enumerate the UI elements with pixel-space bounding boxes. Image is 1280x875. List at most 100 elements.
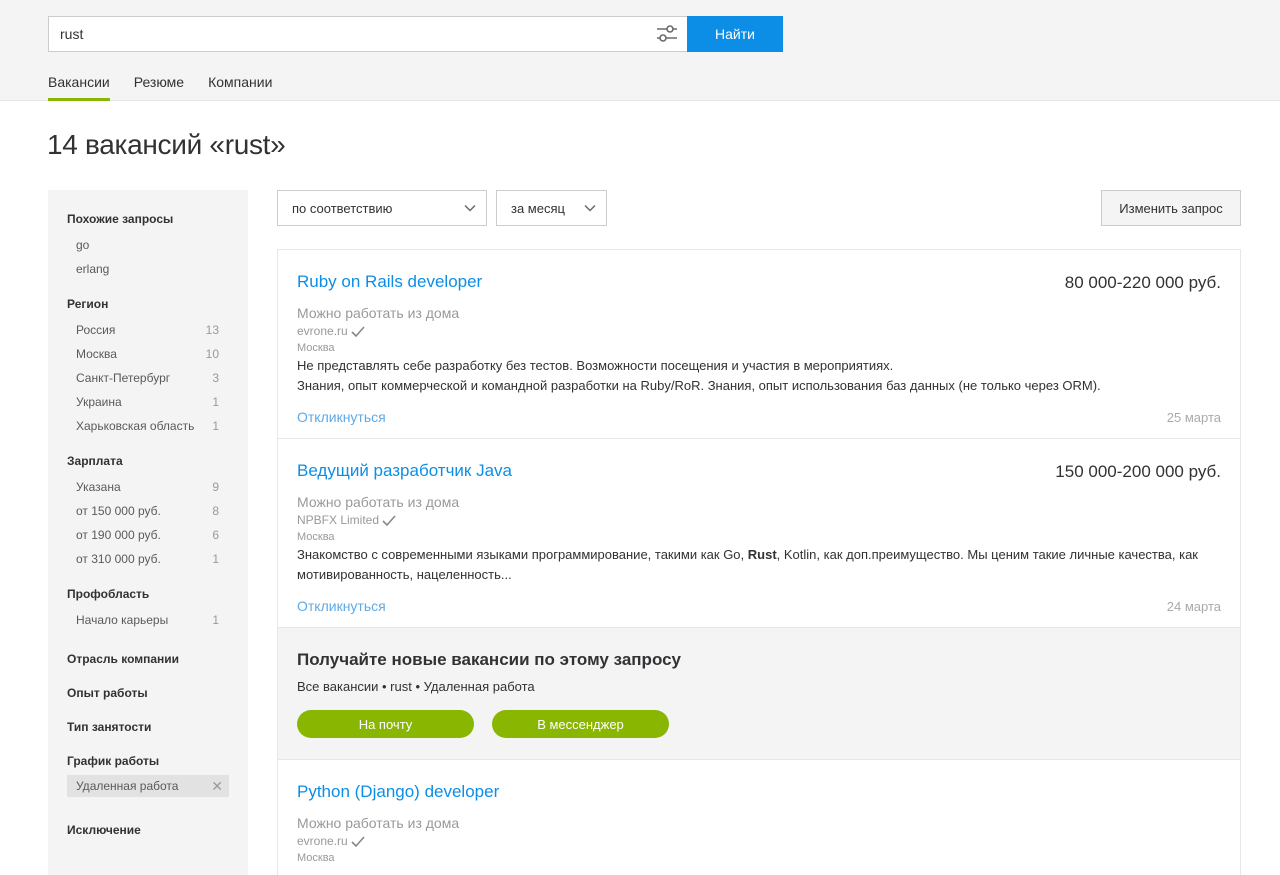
filter-region: Регион Россия 13 Москва 10 Санкт-Петербург… (67, 297, 248, 438)
filter-item-label: Указана (76, 480, 121, 494)
filter-item[interactable]: Москва 10 (67, 342, 219, 366)
filter-heading: Регион (67, 297, 109, 311)
filter-item[interactable]: от 190 000 руб. 6 (67, 523, 219, 547)
filter-heading: Профобласть (67, 587, 150, 601)
tab-resumes[interactable]: Резюме (134, 74, 184, 101)
filter-similar: Похожие запросы go erlang (67, 212, 248, 281)
vacancy-title-link[interactable]: Ведущий разработчик Java (297, 461, 512, 481)
vacancy-company-link[interactable]: NPBFX Limited (297, 513, 1221, 527)
page-title: 14 вакансий «rust» (47, 129, 286, 160)
vacancy-list: Ruby on Rails developer 80 000-220 000 р… (277, 249, 1241, 875)
subscribe-email-button[interactable]: На почту (297, 710, 474, 738)
subscription-promo: Получайте новые вакансии по этому запрос… (278, 628, 1240, 760)
filter-item-label: Москва (76, 347, 117, 361)
filter-item[interactable]: Начало карьеры 1 (67, 608, 219, 632)
filter-item-label: Украина (76, 395, 122, 409)
close-icon[interactable]: ✕ (211, 778, 223, 795)
sort-order-select[interactable]: по соответствию (277, 190, 487, 226)
period-select[interactable]: за месяц (496, 190, 607, 226)
vacancy-company-link[interactable]: evrone.ru (297, 324, 1221, 338)
filter-item[interactable]: от 150 000 руб. 8 (67, 499, 219, 523)
filter-heading-experience[interactable]: Опыт работы (67, 686, 248, 700)
filter-industry: Отрасль компании (67, 652, 248, 666)
vacancy-salary: 150 000-200 000 руб. (1055, 462, 1221, 481)
chevron-down-icon (464, 204, 476, 212)
checkmark-icon (351, 325, 365, 337)
tab-companies[interactable]: Компании (208, 74, 272, 101)
filter-item-label: Санкт-Петербург (76, 371, 171, 385)
filter-heading-exclusion[interactable]: Исключение (67, 823, 248, 837)
filter-item-label: erlang (76, 262, 110, 276)
filter-item-count: 13 (205, 323, 219, 337)
vacancy-footer: Откликнуться 24 марта (297, 585, 1221, 627)
vacancy-desc-line: Знания, опыт коммерческой и командной ра… (297, 378, 1101, 393)
filter-item-count: 1 (212, 613, 219, 627)
vacancy-city: Москва (297, 342, 335, 354)
filter-item-count: 6 (212, 528, 219, 542)
filter-item[interactable]: erlang (67, 257, 219, 281)
checkmark-icon (382, 514, 396, 526)
filter-item[interactable]: Санкт-Петербург 3 (67, 366, 219, 390)
search-box (48, 16, 687, 52)
sort-order-value: по соответствию (292, 200, 393, 216)
promo-title: Получайте новые вакансии по этому запрос… (297, 650, 682, 669)
checkmark-icon (351, 835, 365, 847)
vacancy-title-link[interactable]: Python (Django) developer (297, 782, 499, 802)
vacancy-date: 25 марта (1166, 409, 1221, 425)
respond-link[interactable]: Откликнуться (297, 598, 386, 614)
respond-link[interactable]: Откликнуться (297, 409, 386, 425)
filter-prof: Профобласть Начало карьеры 1 (67, 587, 248, 632)
vacancy-desc-highlight: Rust (747, 547, 777, 562)
vacancy-desc-line: Не представлять себе разработку без тест… (297, 358, 894, 373)
vacancy-description: Знакомство с современными языками програ… (297, 545, 1221, 585)
filter-salary: Зарплата Указана 9 от 150 000 руб. 8 от 19… (67, 454, 248, 571)
header: Найти Вакансии Резюме Компании (0, 0, 1280, 101)
filter-item-count: 3 (212, 371, 219, 385)
filter-item-count: 9 (212, 480, 219, 494)
filter-item-label: Начало карьеры (76, 613, 169, 627)
period-value: за месяц (511, 200, 565, 216)
company-name: evrone.ru (297, 324, 348, 338)
filter-item-label: от 190 000 руб. (76, 528, 161, 542)
vacancy-remote-label: Можно работать из дома (297, 494, 460, 510)
filter-heading-industry[interactable]: Отрасль компании (67, 652, 248, 666)
filter-heading-employment[interactable]: Тип занятости (67, 720, 248, 734)
vacancy-company-link[interactable]: evrone.ru (297, 834, 1221, 848)
vacancy-city: Москва (297, 852, 335, 864)
filter-item-label: Россия (76, 323, 116, 337)
filter-item-count: 10 (205, 347, 219, 361)
filter-item-count: 1 (212, 419, 219, 433)
company-name: NPBFX Limited (297, 513, 380, 527)
filter-item[interactable]: Украина 1 (67, 390, 219, 414)
search-input[interactable] (49, 17, 639, 51)
vacancy-card: Ведущий разработчик Java 150 000-200 000… (278, 439, 1240, 628)
tab-vacancies[interactable]: Вакансии (48, 74, 110, 101)
filter-item[interactable]: Харьковская область 1 (67, 414, 219, 438)
company-name: evrone.ru (297, 834, 348, 848)
filter-item[interactable]: Россия 13 (67, 318, 219, 342)
filter-heading: Похожие запросы (67, 212, 174, 226)
filter-heading-schedule[interactable]: График работы (67, 754, 248, 768)
search-button[interactable]: Найти (687, 16, 783, 52)
filter-item-label: от 150 000 руб. (76, 504, 161, 518)
vacancy-footer: Откликнуться 25 марта (297, 396, 1221, 438)
filter-item[interactable]: Указана 9 (67, 475, 219, 499)
filter-item-label: go (76, 238, 90, 252)
filter-item[interactable]: go (67, 233, 219, 257)
vacancy-remote-label: Можно работать из дома (297, 305, 460, 321)
vacancy-title-link[interactable]: Ruby on Rails developer (297, 272, 482, 292)
vacancy-desc-text: Знакомство с современными языками програ… (297, 547, 748, 562)
filter-item-count: 1 (212, 395, 219, 409)
vacancy-salary: 80 000-220 000 руб. (1064, 273, 1221, 292)
active-filter-chip: Удаленная работа ✕ (67, 775, 229, 797)
promo-buttons: На почту В мессенджер (297, 710, 1221, 738)
filter-item-count: 8 (212, 504, 219, 518)
subscribe-messenger-button[interactable]: В мессенджер (492, 710, 669, 738)
filters-sidebar: Похожие запросы go erlang Регион Россия 1… (48, 190, 248, 875)
vacancy-card: Ruby on Rails developer 80 000-220 000 р… (278, 250, 1240, 439)
vacancy-remote-label: Можно работать из дома (297, 815, 460, 831)
filter-item[interactable]: от 310 000 руб. 1 (67, 547, 219, 571)
filter-exclusion: Исключение (67, 823, 248, 837)
filter-settings-icon[interactable] (655, 23, 679, 45)
change-query-button[interactable]: Изменить запрос (1101, 190, 1241, 226)
